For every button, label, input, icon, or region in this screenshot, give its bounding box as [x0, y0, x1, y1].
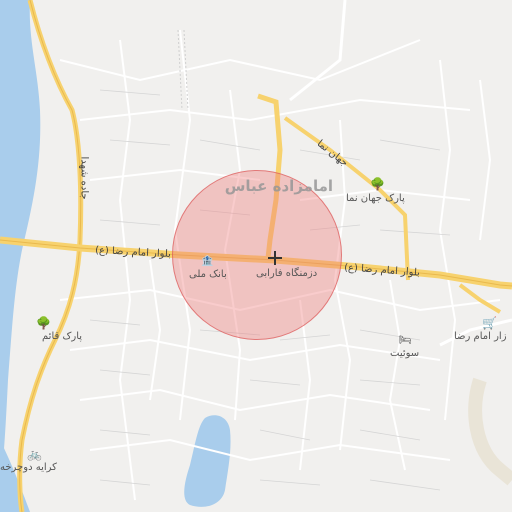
crosshair-icon[interactable]	[268, 251, 282, 265]
suite-label[interactable]: سوئیت	[390, 348, 419, 360]
park-jahan-nama-label[interactable]: پارک جهان نما	[346, 193, 405, 205]
lake	[184, 415, 231, 507]
shohada-road-label: جاده شهدا	[78, 156, 90, 200]
district-label: امامزاده عباس	[224, 177, 333, 195]
bed-icon[interactable]: 🛏	[399, 335, 412, 347]
bicycle-icon[interactable]: 🚲	[27, 448, 42, 460]
bank-melli-label[interactable]: بانک ملی	[189, 269, 227, 281]
river-east	[0, 440, 30, 512]
bike-rental-label[interactable]: کرایه دوچرخه	[0, 462, 57, 474]
map-canvas[interactable]: امامزاده عباس بلوار امام رضا (ع) بلوار ا…	[0, 0, 512, 512]
shopping-cart-icon[interactable]: 🛒	[482, 317, 497, 329]
bank-icon[interactable]: 🏦	[201, 256, 213, 268]
tree-icon[interactable]: 🌳	[36, 317, 51, 329]
tree-icon[interactable]: 🌳	[370, 178, 385, 190]
bazaar-label[interactable]: زار امام رضا	[454, 331, 507, 343]
park-ghaem-label[interactable]: پارک قائم	[42, 331, 82, 343]
farabi-label[interactable]: دزمنگاه فارابی	[256, 268, 317, 280]
